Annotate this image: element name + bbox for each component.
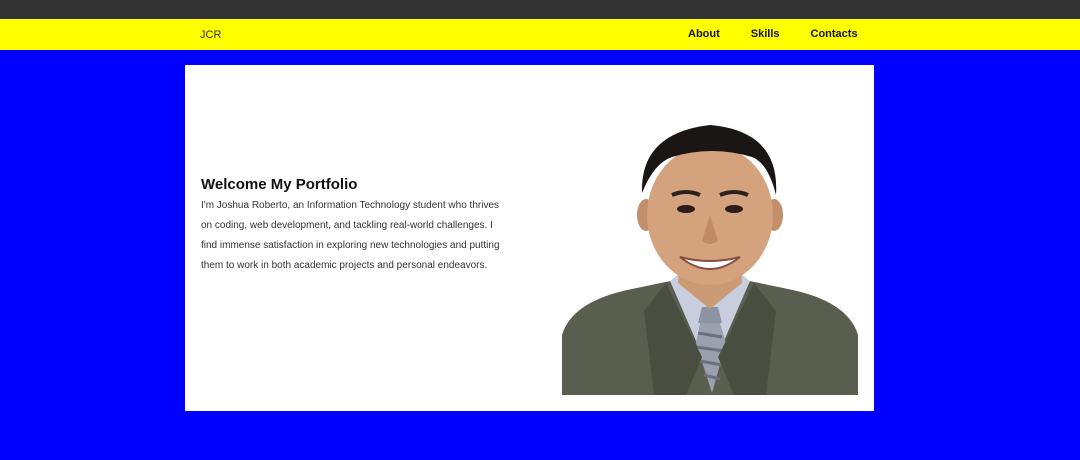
brand-logo[interactable]: JCR [200,29,221,41]
navbar: JCR About Skills Contacts [0,19,1080,50]
hero-description: I'm Joshua Roberto, an Information Techn… [201,200,500,271]
browser-top-strip [0,0,1080,19]
profile-photo [562,111,858,395]
hero-card: Welcome My Portfolio I'm Joshua Roberto,… [185,65,874,411]
hero-title: Welcome My Portfolio [201,176,358,193]
nav-links: About Skills Contacts [688,28,889,40]
nav-link-contacts[interactable]: Contacts [811,28,858,40]
nav-link-about[interactable]: About [688,28,720,40]
hero-intro: Welcome My Portfolio I'm Joshua Roberto,… [201,176,501,276]
nav-link-skills[interactable]: Skills [751,28,780,40]
